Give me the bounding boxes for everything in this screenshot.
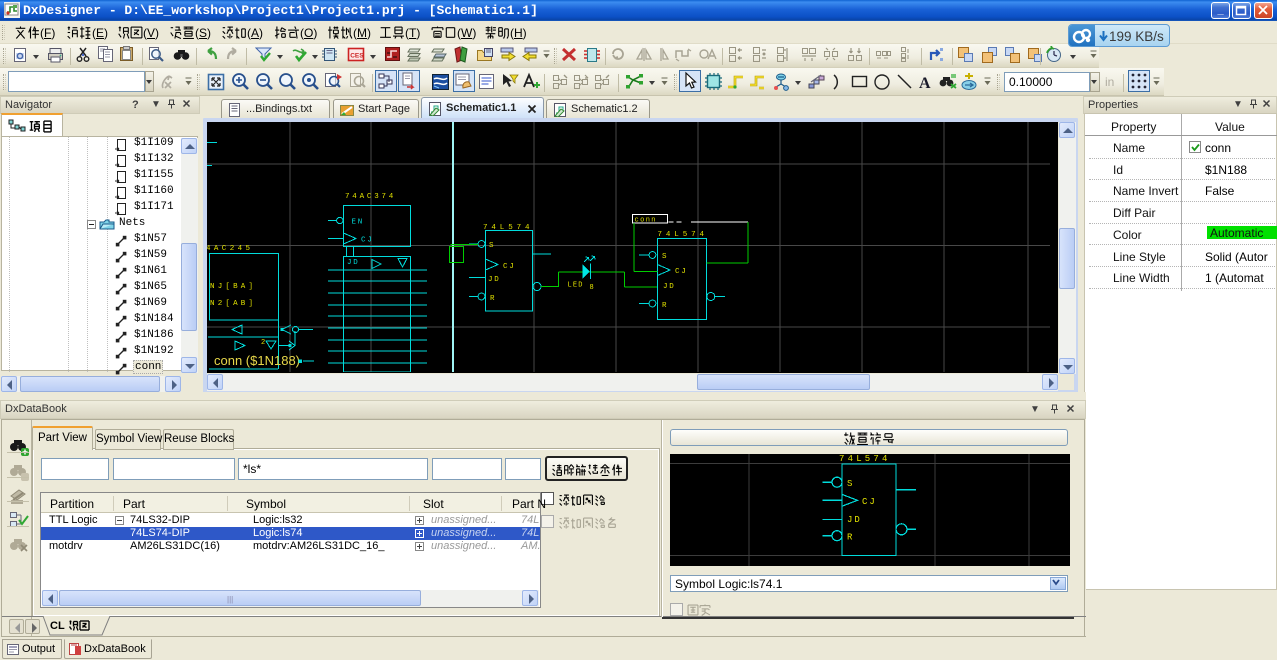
svg-text:JD: JD (847, 515, 862, 525)
svg-text:74L574: 74L574 (658, 231, 708, 239)
svg-text:S: S (489, 242, 494, 250)
svg-text:R: R (490, 295, 495, 303)
svg-text:A: A (919, 75, 931, 92)
svg-text:R: R (662, 302, 667, 310)
svg-text:JD: JD (663, 283, 676, 291)
svg-text:2: 2 (261, 339, 265, 347)
svg-text:NJ[BA]: NJ[BA] (210, 283, 256, 291)
svg-text:S: S (662, 253, 667, 261)
svg-text:R: R (847, 533, 853, 543)
svg-text:EN: EN (352, 219, 365, 227)
svg-text:8: 8 (590, 284, 594, 292)
svg-text:N2[AB]: N2[AB] (210, 300, 256, 308)
svg-text:CJ: CJ (361, 237, 374, 245)
svg-text:JD: JD (347, 259, 360, 267)
svg-text:JD: JD (488, 276, 501, 284)
svg-text:conn ($1N188): conn ($1N188) (214, 353, 300, 368)
svg-text:74L574: 74L574 (839, 454, 891, 464)
svg-text:LED: LED (568, 282, 584, 290)
svg-text:S: S (847, 479, 852, 489)
svg-text:CJ: CJ (862, 497, 877, 507)
svg-text:4AC245: 4AC245 (207, 245, 253, 253)
svg-text:CES: CES (350, 53, 364, 60)
svg-text:CJ: CJ (675, 268, 688, 276)
svg-text:CJ: CJ (503, 263, 516, 271)
svg-text:74AC374: 74AC374 (345, 193, 396, 201)
svg-text:conn: conn (635, 217, 657, 225)
